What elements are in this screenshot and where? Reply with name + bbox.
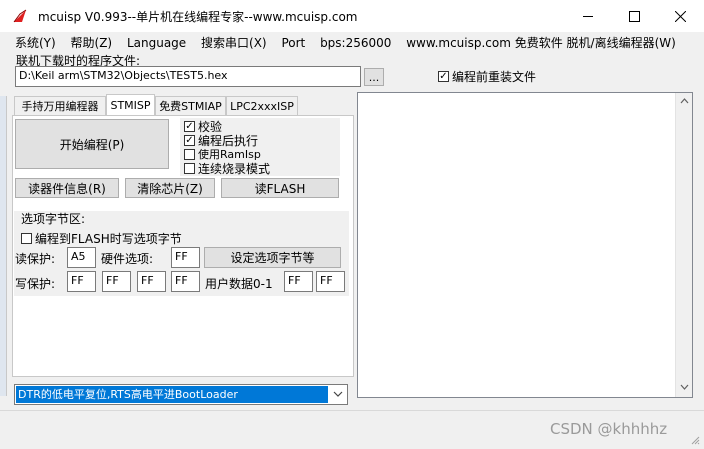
menu-bar: 系统(Y) 帮助(Z) Language 搜索串口(X) Port bps:25… <box>15 34 687 50</box>
watermark: CSDN @khhhhz <box>550 420 668 438</box>
write-protect-field-1[interactable]: FF <box>102 271 131 292</box>
minimize-button[interactable] <box>565 0 611 32</box>
reload-file-checkbox[interactable]: ✓ 编程前重装文件 <box>438 68 536 85</box>
app-icon <box>12 8 28 24</box>
reload-label: 编程前重装文件 <box>452 70 537 84</box>
title-bar: mcuisp V0.993--单片机在线编程专家--www.mcuisp.com <box>0 0 704 32</box>
user-data-field-1[interactable]: FF <box>316 271 345 292</box>
output-log[interactable] <box>357 92 693 398</box>
write-protect-field-2[interactable]: FF <box>137 271 166 292</box>
option-bytes-title: 选项字节区: <box>21 212 86 226</box>
chevron-down-icon <box>332 388 344 400</box>
minimize-icon <box>583 15 593 17</box>
scroll-down-icon[interactable] <box>680 384 689 390</box>
reload-checkbox-box: ✓ <box>438 70 449 82</box>
start-program-button[interactable]: 开始编程(P) <box>15 119 169 169</box>
boot-mode-value: DTR的低电平复位,RTS高电平进BootLoader <box>16 386 328 403</box>
tab-stmisp[interactable]: STMISP <box>106 94 155 116</box>
option-continuous-label: 连续烧录模式 <box>198 162 271 176</box>
close-button[interactable] <box>657 0 704 32</box>
boot-mode-select[interactable]: DTR的低电平复位,RTS高电平进BootLoader <box>14 384 348 405</box>
maximize-icon <box>628 10 640 22</box>
log-scrollbar[interactable] <box>675 93 692 397</box>
window-title: mcuisp V0.993--单片机在线编程专家--www.mcuisp.com <box>38 10 358 24</box>
write-protect-label: 写保护: <box>15 277 56 291</box>
tab-lpc[interactable]: LPC2xxxISP <box>226 96 298 115</box>
set-option-bytes-button[interactable]: 设定选项字节等 <box>204 247 341 268</box>
tab-handheld[interactable]: 手持万用编程器 <box>14 96 106 115</box>
background-window-edge <box>0 96 7 396</box>
write-option-on-flash-checkbox[interactable]: 编程到FLASH时写选项字节 <box>21 230 182 247</box>
write-protect-field-0[interactable]: FF <box>67 271 96 292</box>
read-protect-field[interactable]: A5 <box>67 247 96 268</box>
erase-chip-button[interactable]: 清除芯片(Z) <box>125 178 215 198</box>
menu-help[interactable]: 帮助(Z) <box>71 36 113 50</box>
menu-port[interactable]: Port <box>281 36 305 50</box>
menu-bps[interactable]: bps:256000 <box>320 36 391 50</box>
continuous-checkbox-box <box>184 163 195 174</box>
write-option-label: 编程到FLASH时写选项字节 <box>35 232 182 246</box>
user-data-field-0[interactable]: FF <box>284 271 313 292</box>
hw-option-label: 硬件选项: <box>101 252 154 266</box>
resize-grip-icon[interactable] <box>690 434 700 445</box>
write-protect-field-3[interactable]: FF <box>171 271 200 292</box>
tab-stmiap[interactable]: 免费STMIAP <box>155 96 226 115</box>
read-device-info-button[interactable]: 读器件信息(R) <box>15 178 119 198</box>
option-continuous[interactable]: 连续烧录模式 <box>184 160 270 177</box>
maximize-button[interactable] <box>611 0 657 32</box>
menu-language[interactable]: Language <box>127 36 186 50</box>
read-protect-label: 读保护: <box>15 252 56 266</box>
menu-website[interactable]: www.mcuisp.com 免费软件 脱机/离线编程器(W) <box>406 36 676 50</box>
read-flash-button[interactable]: 读FLASH <box>221 178 339 198</box>
verify-checkbox-box: ✓ <box>184 120 195 132</box>
menu-system[interactable]: 系统(Y) <box>15 36 56 50</box>
browse-button[interactable]: ... <box>364 68 384 86</box>
hw-option-field[interactable]: FF <box>171 247 200 268</box>
menu-search-port[interactable]: 搜索串口(X) <box>201 36 267 50</box>
ramisp-checkbox-box <box>184 148 195 160</box>
close-icon <box>675 10 686 22</box>
write-option-checkbox-box <box>21 233 32 244</box>
user-data-label: 用户数据0-1 <box>205 277 273 291</box>
run-after-checkbox-box: ✓ <box>184 134 195 146</box>
scroll-up-icon[interactable] <box>680 98 689 104</box>
file-path-field[interactable]: D:\Keil arm\STM32\Objects\TEST5.hex <box>15 66 361 87</box>
